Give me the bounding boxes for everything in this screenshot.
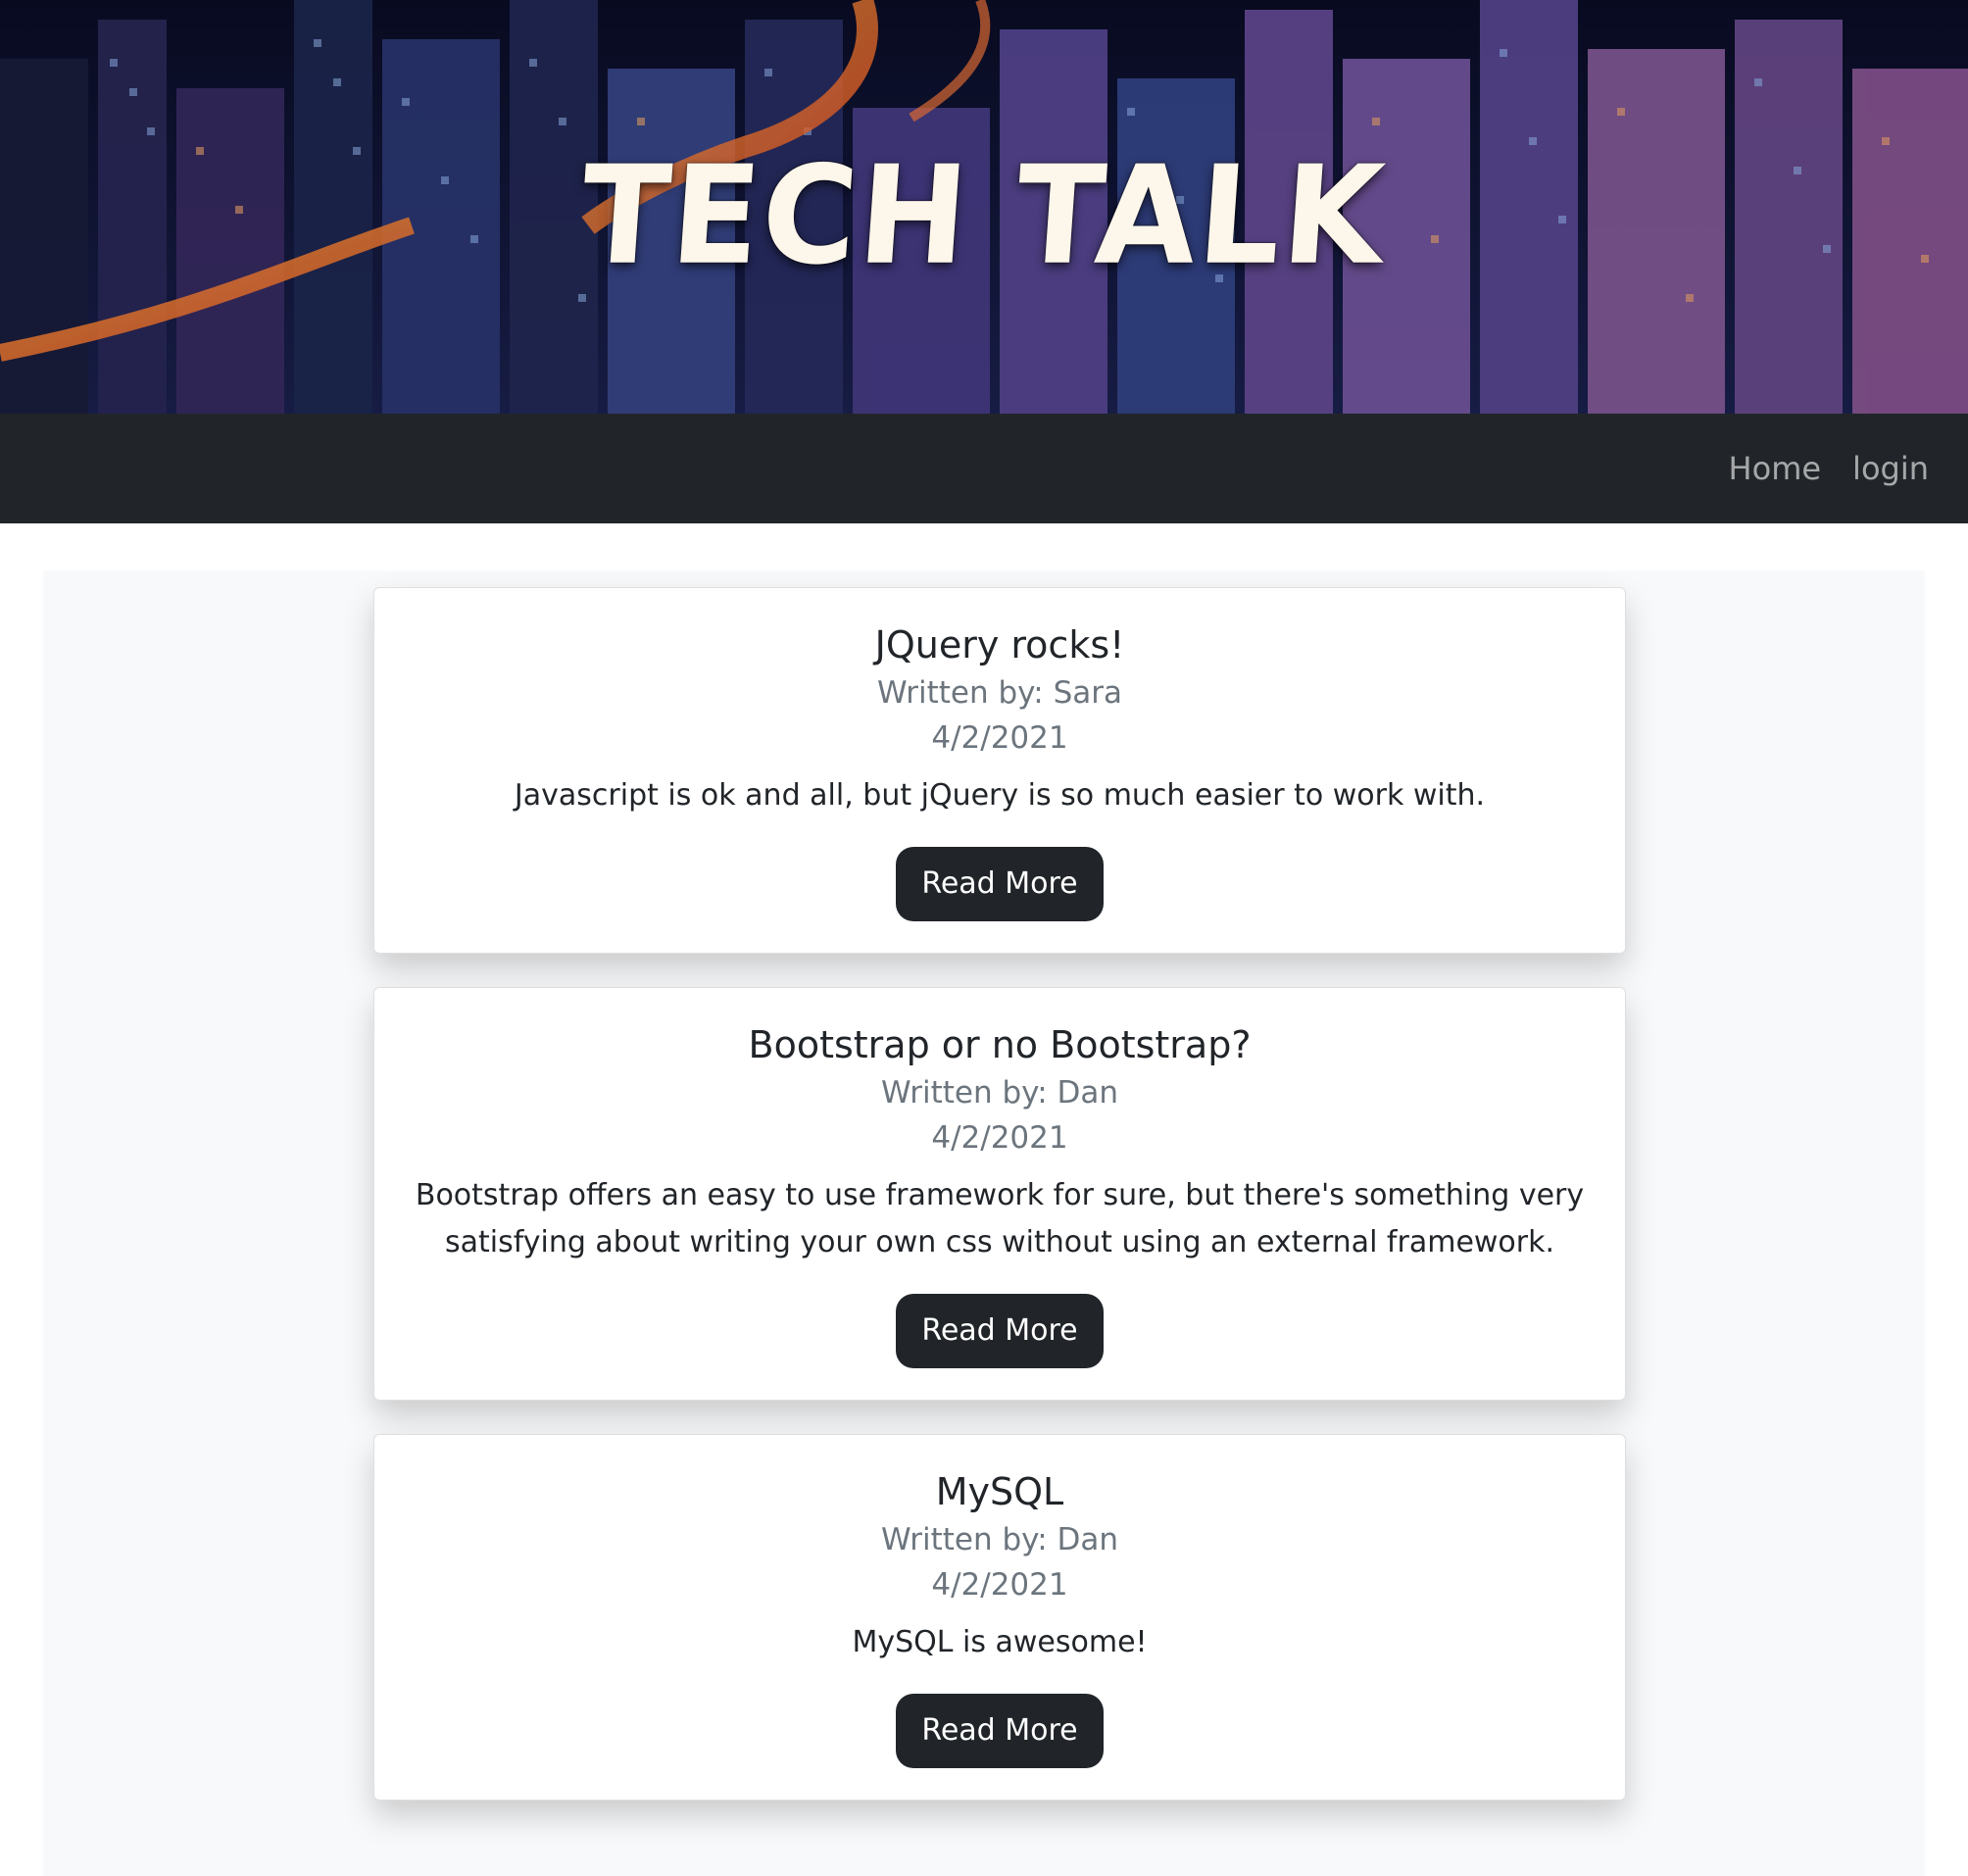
post-excerpt: MySQL is awesome! (852, 1625, 1148, 1659)
nav-home-link[interactable]: Home (1729, 450, 1822, 487)
post-card: JQuery rocks! Written by: Sara 4/2/2021 … (373, 587, 1626, 954)
post-title: JQuery rocks! (874, 623, 1125, 666)
post-excerpt: Javascript is ok and all, but jQuery is … (514, 778, 1486, 813)
post-date: 4/2/2021 (931, 1120, 1068, 1156)
post-author: Written by: Dan (880, 1075, 1119, 1111)
site-title: TECH TALK (575, 136, 1391, 296)
post-author: Written by: Dan (880, 1522, 1119, 1557)
post-title: Bootstrap or no Bootstrap? (748, 1023, 1252, 1066)
post-date: 4/2/2021 (931, 1567, 1068, 1603)
read-more-button[interactable]: Read More (896, 847, 1104, 921)
hero-banner: TECH TALK (0, 0, 1968, 414)
post-card: MySQL Written by: Dan 4/2/2021 MySQL is … (373, 1434, 1626, 1801)
post-list: JQuery rocks! Written by: Sara 4/2/2021 … (373, 587, 1626, 1834)
nav-login-link[interactable]: login (1852, 450, 1929, 487)
post-card: Bootstrap or no Bootstrap? Written by: D… (373, 987, 1626, 1401)
top-navbar: Home login (0, 414, 1968, 523)
read-more-button[interactable]: Read More (896, 1294, 1104, 1368)
post-excerpt: Bootstrap offers an easy to use framewor… (415, 1178, 1585, 1259)
post-title: MySQL (935, 1470, 1064, 1513)
read-more-button[interactable]: Read More (896, 1694, 1104, 1768)
main-content: JQuery rocks! Written by: Sara 4/2/2021 … (43, 570, 1925, 1876)
post-date: 4/2/2021 (931, 720, 1068, 756)
post-author: Written by: Sara (877, 675, 1122, 711)
